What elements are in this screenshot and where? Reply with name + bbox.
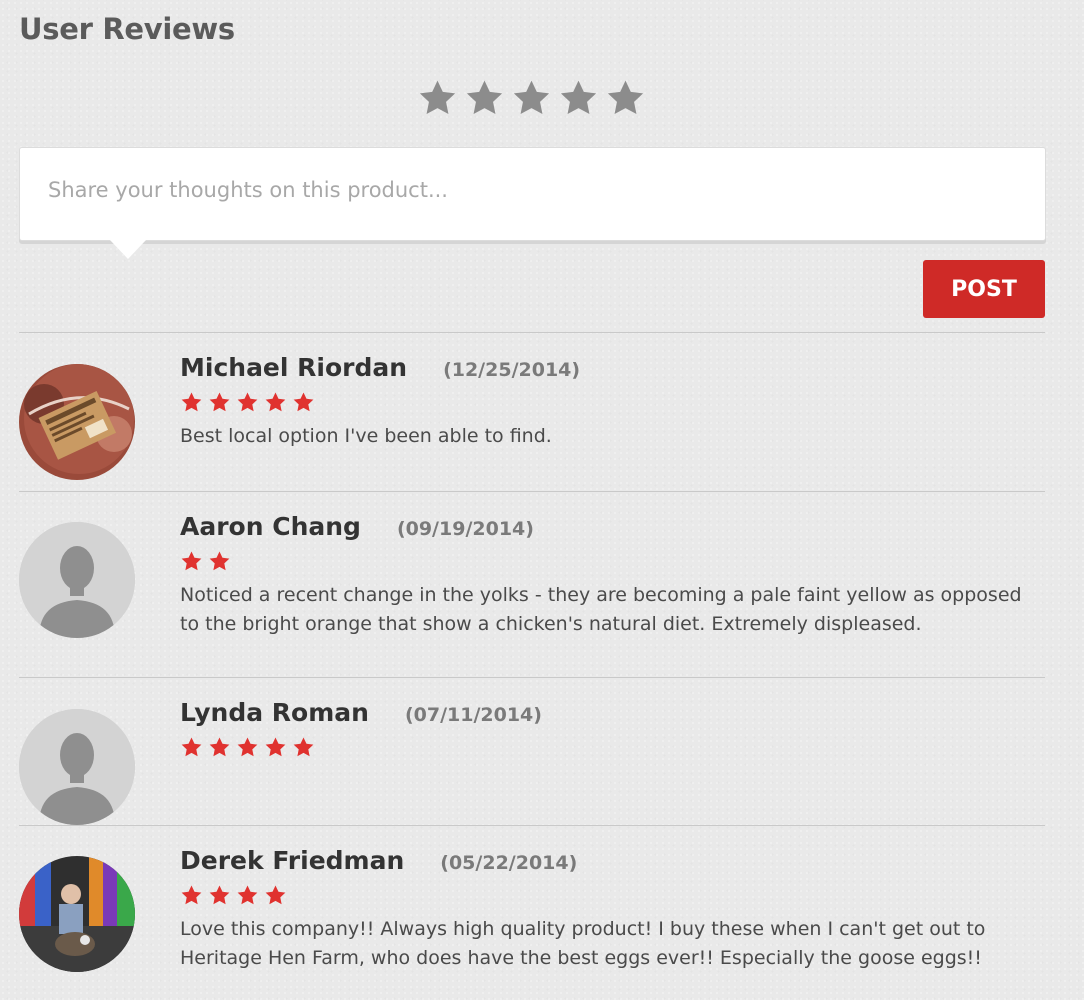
star-icon	[292, 391, 315, 413]
review-date: (12/25/2014)	[443, 359, 581, 381]
review-list: Michael Riordan (12/25/2014) Best local …	[19, 332, 1045, 1000]
post-button[interactable]: POST	[923, 260, 1045, 318]
review-item: Lynda Roman (07/11/2014)	[19, 677, 1045, 825]
review-rating	[180, 550, 1045, 572]
rating-input[interactable]	[0, 78, 1063, 119]
review-rating	[180, 884, 1045, 906]
star-icon	[208, 884, 231, 906]
reviewer-name: Derek Friedman	[180, 846, 405, 875]
star-rating-1-icon[interactable]	[417, 78, 458, 119]
review-text: Love this company!! Always high quality …	[180, 918, 986, 969]
star-icon	[180, 884, 203, 906]
reviewer-name: Lynda Roman	[180, 698, 369, 727]
avatar	[19, 522, 135, 638]
star-icon	[264, 736, 287, 758]
review-rating	[180, 736, 1045, 758]
star-rating-2-icon[interactable]	[464, 78, 505, 119]
avatar	[19, 364, 135, 480]
reviewer-name: Michael Riordan	[180, 353, 408, 382]
star-rating-5-icon[interactable]	[605, 78, 646, 119]
review-item: Derek Friedman (05/22/2014) Love this co…	[19, 825, 1045, 1000]
review-date: (05/22/2014)	[440, 852, 578, 874]
review-textarea[interactable]	[20, 148, 1045, 240]
star-icon	[236, 736, 259, 758]
review-composer	[19, 147, 1046, 259]
star-rating-3-icon[interactable]	[511, 78, 552, 119]
star-icon	[236, 884, 259, 906]
star-icon	[180, 550, 203, 572]
star-icon	[208, 391, 231, 413]
page-title: User Reviews	[19, 12, 235, 46]
star-icon	[236, 391, 259, 413]
star-icon	[180, 736, 203, 758]
star-icon	[264, 884, 287, 906]
review-item: Michael Riordan (12/25/2014) Best local …	[19, 332, 1045, 491]
avatar	[19, 709, 135, 825]
star-icon	[180, 391, 203, 413]
star-icon	[264, 391, 287, 413]
review-date: (09/19/2014)	[396, 518, 534, 540]
review-rating	[180, 391, 1045, 413]
star-icon	[208, 736, 231, 758]
review-text: Noticed a recent change in the yolks - t…	[180, 584, 1022, 635]
reviewer-name: Aaron Chang	[180, 512, 361, 541]
star-rating-4-icon[interactable]	[558, 78, 599, 119]
review-text: Best local option I've been able to find…	[180, 425, 552, 447]
star-icon	[292, 736, 315, 758]
star-icon	[208, 550, 231, 572]
review-item: Aaron Chang (09/19/2014) Noticed a recen…	[19, 491, 1045, 677]
avatar	[19, 856, 135, 972]
composer-pointer	[110, 240, 146, 259]
review-date: (07/11/2014)	[404, 704, 542, 726]
